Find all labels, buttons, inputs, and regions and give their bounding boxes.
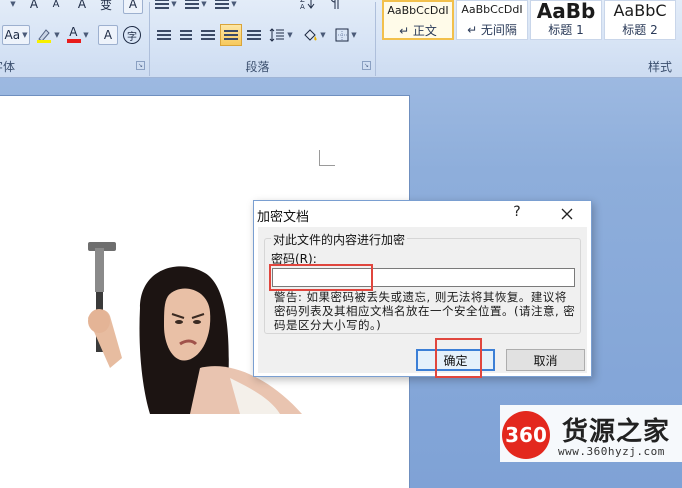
watermark-logo: 360 xyxy=(502,411,550,459)
shading-button[interactable]: ▼ xyxy=(300,25,328,45)
highlight-color-button[interactable]: ▼ xyxy=(34,25,62,45)
group-divider xyxy=(375,2,376,76)
clear-format-button[interactable]: A xyxy=(72,0,92,14)
ribbon: ▼ A A A 变 A Aa▼ ▼ A ▼ A 字 字体 ↘ ▼ ▼ ▼ ZA … xyxy=(0,0,682,78)
password-label: 密码(R): xyxy=(271,252,317,266)
font-group-label: 字体 xyxy=(0,58,20,76)
style-normal-name: ↵ 正文 xyxy=(399,24,437,38)
distributed-button[interactable] xyxy=(244,25,264,45)
enclose-char-icon: 字 xyxy=(123,26,141,44)
align-center-button[interactable] xyxy=(176,25,196,45)
enclose-char-label: 字 xyxy=(127,31,137,43)
multilevel-list-icon xyxy=(215,0,230,10)
style-heading-2-name: 标题 2 xyxy=(622,23,658,37)
show-marks-button[interactable] xyxy=(324,0,346,12)
grow-font-button[interactable]: A xyxy=(24,0,44,14)
paint-bucket-icon xyxy=(304,29,317,41)
line-spacing-icon xyxy=(269,28,285,42)
svg-text:A: A xyxy=(300,3,305,10)
style-no-spacing-preview: AaBbCcDdI xyxy=(461,3,523,16)
font-color-swatch-icon xyxy=(67,39,82,43)
shrink-font-label: A xyxy=(52,0,60,10)
grow-font-label: A xyxy=(29,0,39,11)
change-case-label: Aa xyxy=(4,28,21,42)
close-icon[interactable] xyxy=(559,206,575,222)
watermark-url: www.360hyzj.com xyxy=(558,445,665,458)
paragraph-dialog-launcher-icon[interactable]: ↘ xyxy=(362,61,371,70)
justify-icon xyxy=(224,29,238,41)
font-group-text: 字体 xyxy=(0,60,15,74)
dialog-titlebar[interactable]: 加密文档 ? xyxy=(254,201,591,227)
char-shading-label: A xyxy=(103,28,113,42)
encrypt-group-legend: 对此文件的内容进行加密 xyxy=(271,231,408,248)
phonetic-guide-label: 变 xyxy=(99,0,112,12)
align-left-icon xyxy=(157,29,171,41)
char-border-top-label: A xyxy=(128,0,138,11)
line-spacing-button[interactable]: ▼ xyxy=(268,25,294,45)
style-no-spacing[interactable]: AaBbCcDdI ↵ 无间隔 xyxy=(456,0,528,40)
style-normal[interactable]: AaBbCcDdI ↵ 正文 xyxy=(382,0,454,40)
char-shading-button[interactable]: A xyxy=(98,25,118,45)
char-border-top-button[interactable]: A xyxy=(123,0,143,14)
distributed-icon xyxy=(247,29,261,41)
sort-button[interactable]: ZA xyxy=(296,0,318,12)
font-size-dropdown-icon[interactable]: ▼ xyxy=(2,0,22,14)
multilevel-list-button[interactable]: ▼ xyxy=(214,0,238,14)
borders-button[interactable]: ▼ xyxy=(332,25,360,45)
highlighter-icon xyxy=(37,29,52,43)
site-watermark: 360 货源之家 www.360hyzj.com xyxy=(500,405,682,462)
clear-format-label: A xyxy=(77,0,87,11)
password-input[interactable] xyxy=(272,268,575,287)
sort-icon: ZA xyxy=(300,0,315,10)
style-heading-1-name: 标题 1 xyxy=(548,23,584,37)
style-heading-2[interactable]: AaBbC 标题 2 xyxy=(604,0,676,40)
numbering-icon xyxy=(185,0,200,10)
ok-button[interactable]: 确定 xyxy=(416,349,495,371)
style-heading-1-preview: AaBb xyxy=(536,1,596,21)
pilcrow-icon xyxy=(331,0,339,9)
style-heading-2-preview: AaBbC xyxy=(613,1,667,20)
style-heading-1[interactable]: AaBb 标题 1 xyxy=(530,0,602,40)
enclose-char-button[interactable]: 字 xyxy=(122,25,142,45)
style-no-spacing-name: ↵ 无间隔 xyxy=(467,23,517,37)
shrink-font-button[interactable]: A xyxy=(46,0,66,14)
font-color-label: A xyxy=(69,25,78,39)
change-case-button[interactable]: Aa ▼ xyxy=(2,25,30,45)
align-center-icon xyxy=(180,29,192,41)
encrypt-document-dialog: 加密文档 ? 对此文件的内容进行加密 密码(R): 警告: 如果密码被丢失或遗忘… xyxy=(253,200,592,377)
align-left-button[interactable] xyxy=(154,25,174,45)
style-normal-preview: AaBbCcDdI xyxy=(387,4,449,17)
watermark-site-name: 货源之家 xyxy=(562,417,671,447)
numbering-button[interactable]: ▼ xyxy=(184,0,208,14)
font-color-button[interactable]: A ▼ xyxy=(64,25,92,45)
dialog-body: 对此文件的内容进行加密 密码(R): 警告: 如果密码被丢失或遗忘, 则无法将其… xyxy=(258,227,587,373)
phonetic-guide-button[interactable]: 变 xyxy=(96,0,116,14)
bullets-button[interactable]: ▼ xyxy=(154,0,178,14)
font-dialog-launcher-icon[interactable]: ↘ xyxy=(136,61,145,70)
margin-corner-mark xyxy=(319,150,335,166)
justify-button[interactable] xyxy=(220,24,242,46)
bullets-icon xyxy=(155,0,170,10)
warning-text: 警告: 如果密码被丢失或遗忘, 则无法将其恢复。建议将密码列表及其相应文档名放在… xyxy=(274,290,576,332)
styles-group-label: 样式 xyxy=(647,60,672,74)
cancel-button[interactable]: 取消 xyxy=(506,349,585,371)
align-right-button[interactable] xyxy=(198,25,218,45)
help-button[interactable]: ? xyxy=(510,204,524,220)
dialog-title: 加密文档 xyxy=(257,210,310,225)
paragraph-group-label: 段落 xyxy=(245,60,270,74)
align-right-icon xyxy=(201,29,215,41)
borders-grid-icon xyxy=(335,28,349,42)
